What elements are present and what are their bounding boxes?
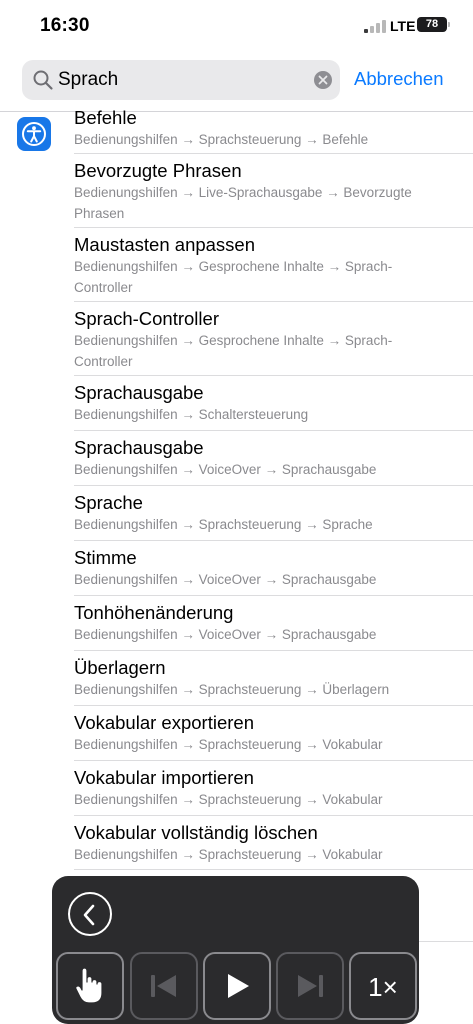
result-item[interactable]: Befehle Bedienungshilfen → Sprachsteueru… xyxy=(74,107,473,150)
row-divider xyxy=(74,760,473,761)
result-item[interactable]: Stimme Bedienungshilfen → VoiceOver → Sp… xyxy=(74,547,473,590)
accessibility-icon xyxy=(17,117,51,151)
skip-forward-icon xyxy=(298,975,323,997)
row-divider xyxy=(74,430,473,431)
row-divider xyxy=(74,375,473,376)
search-input[interactable] xyxy=(58,60,298,100)
row-divider xyxy=(74,227,473,228)
result-path: Bedienungshilfen → Live-Sprachausgabe → … xyxy=(74,185,412,221)
result-path: Bedienungshilfen → Sprachsteuerung → Bef… xyxy=(74,132,369,147)
row-divider xyxy=(74,650,473,651)
row-divider xyxy=(74,153,473,154)
result-item[interactable]: Maustasten anpassen Bedienungshilfen → G… xyxy=(74,234,473,298)
result-path: Bedienungshilfen → VoiceOver → Sprachaus… xyxy=(74,462,377,477)
play-icon xyxy=(228,974,249,998)
search-bar[interactable] xyxy=(22,60,340,100)
result-path: Bedienungshilfen → Gesprochene Inhalte →… xyxy=(74,259,393,295)
play-button[interactable] xyxy=(203,952,271,1020)
clear-search-icon[interactable] xyxy=(314,71,332,89)
battery-icon: 78 xyxy=(417,17,447,32)
result-path: Bedienungshilfen → Sprachsteuerung → Vok… xyxy=(74,737,383,752)
result-title: Befehle xyxy=(74,107,137,128)
collapse-button[interactable] xyxy=(68,892,112,936)
result-path: Bedienungshilfen → Schaltersteuerung xyxy=(74,407,309,422)
result-title: Vokabular exportieren xyxy=(74,712,254,733)
cellular-signal-icon xyxy=(364,20,386,33)
cancel-button[interactable]: Abbrechen xyxy=(354,68,443,90)
result-path: Bedienungshilfen → Gesprochene Inhalte →… xyxy=(74,333,393,369)
row-divider xyxy=(74,815,473,816)
result-item[interactable]: Bevorzugte Phrasen Bedienungshilfen → Li… xyxy=(74,160,473,224)
row-divider xyxy=(74,595,473,596)
result-title: Sprachausgabe xyxy=(74,437,204,458)
result-path: Bedienungshilfen → VoiceOver → Sprachaus… xyxy=(74,627,377,642)
skip-forward-button[interactable] xyxy=(276,952,344,1020)
result-title: Vokabular vollständig löschen xyxy=(74,822,318,843)
hand-pointer-icon xyxy=(75,967,103,1004)
speed-button[interactable]: 1× xyxy=(349,952,417,1020)
touch-read-button[interactable] xyxy=(56,952,124,1020)
status-bar: 16:30 LTE 78 xyxy=(0,0,473,52)
result-item[interactable]: Überlagern Bedienungshilfen → Sprachsteu… xyxy=(74,657,473,700)
result-title: Überlagern xyxy=(74,657,166,678)
result-item[interactable]: Tonhöhenänderung Bedienungshilfen → Voic… xyxy=(74,602,473,645)
result-title: Tonhöhenänderung xyxy=(74,602,234,623)
battery-level: 78 xyxy=(425,18,439,30)
result-item[interactable]: Sprache Bedienungshilfen → Sprachsteueru… xyxy=(74,492,473,535)
result-path: Bedienungshilfen → Sprachsteuerung → Vok… xyxy=(74,792,383,807)
row-divider xyxy=(74,540,473,541)
result-title: Bevorzugte Phrasen xyxy=(74,160,242,181)
search-icon xyxy=(32,69,54,91)
skip-back-icon xyxy=(151,975,176,997)
result-item[interactable]: Vokabular vollständig löschen Bedienungs… xyxy=(74,822,473,865)
battery-tip xyxy=(448,22,450,27)
result-title: Maustasten anpassen xyxy=(74,234,256,255)
result-item[interactable]: Sprachausgabe Bedienungshilfen → VoiceOv… xyxy=(74,437,473,480)
speech-controller: 1× xyxy=(52,876,419,1024)
result-title: Sprach-Controller xyxy=(74,308,219,329)
result-path: Bedienungshilfen → VoiceOver → Sprachaus… xyxy=(74,572,377,587)
result-title: Sprachausgabe xyxy=(74,382,204,403)
result-item[interactable]: Sprachausgabe Bedienungshilfen → Schalte… xyxy=(74,382,473,425)
result-item[interactable]: Sprach-Controller Bedienungshilfen → Ges… xyxy=(74,308,473,372)
back-icon xyxy=(83,904,95,926)
row-divider xyxy=(74,705,473,706)
result-title: Vokabular importieren xyxy=(74,767,254,788)
result-item[interactable]: Vokabular exportieren Bedienungshilfen →… xyxy=(74,712,473,755)
result-path: Bedienungshilfen → Sprachsteuerung → Spr… xyxy=(74,517,373,532)
row-divider xyxy=(74,485,473,486)
row-divider xyxy=(74,869,473,870)
result-item[interactable]: Vokabular importieren Bedienungshilfen →… xyxy=(74,767,473,810)
skip-back-button[interactable] xyxy=(130,952,198,1020)
row-divider xyxy=(74,301,473,302)
result-title: Sprache xyxy=(74,492,143,513)
result-path: Bedienungshilfen → Sprachsteuerung → Übe… xyxy=(74,682,390,697)
speed-label: 1× xyxy=(368,972,398,1002)
network-type: LTE xyxy=(390,18,416,34)
result-path: Bedienungshilfen → Sprachsteuerung → Vok… xyxy=(74,847,383,862)
result-title: Stimme xyxy=(74,547,137,568)
status-time: 16:30 xyxy=(40,15,90,36)
